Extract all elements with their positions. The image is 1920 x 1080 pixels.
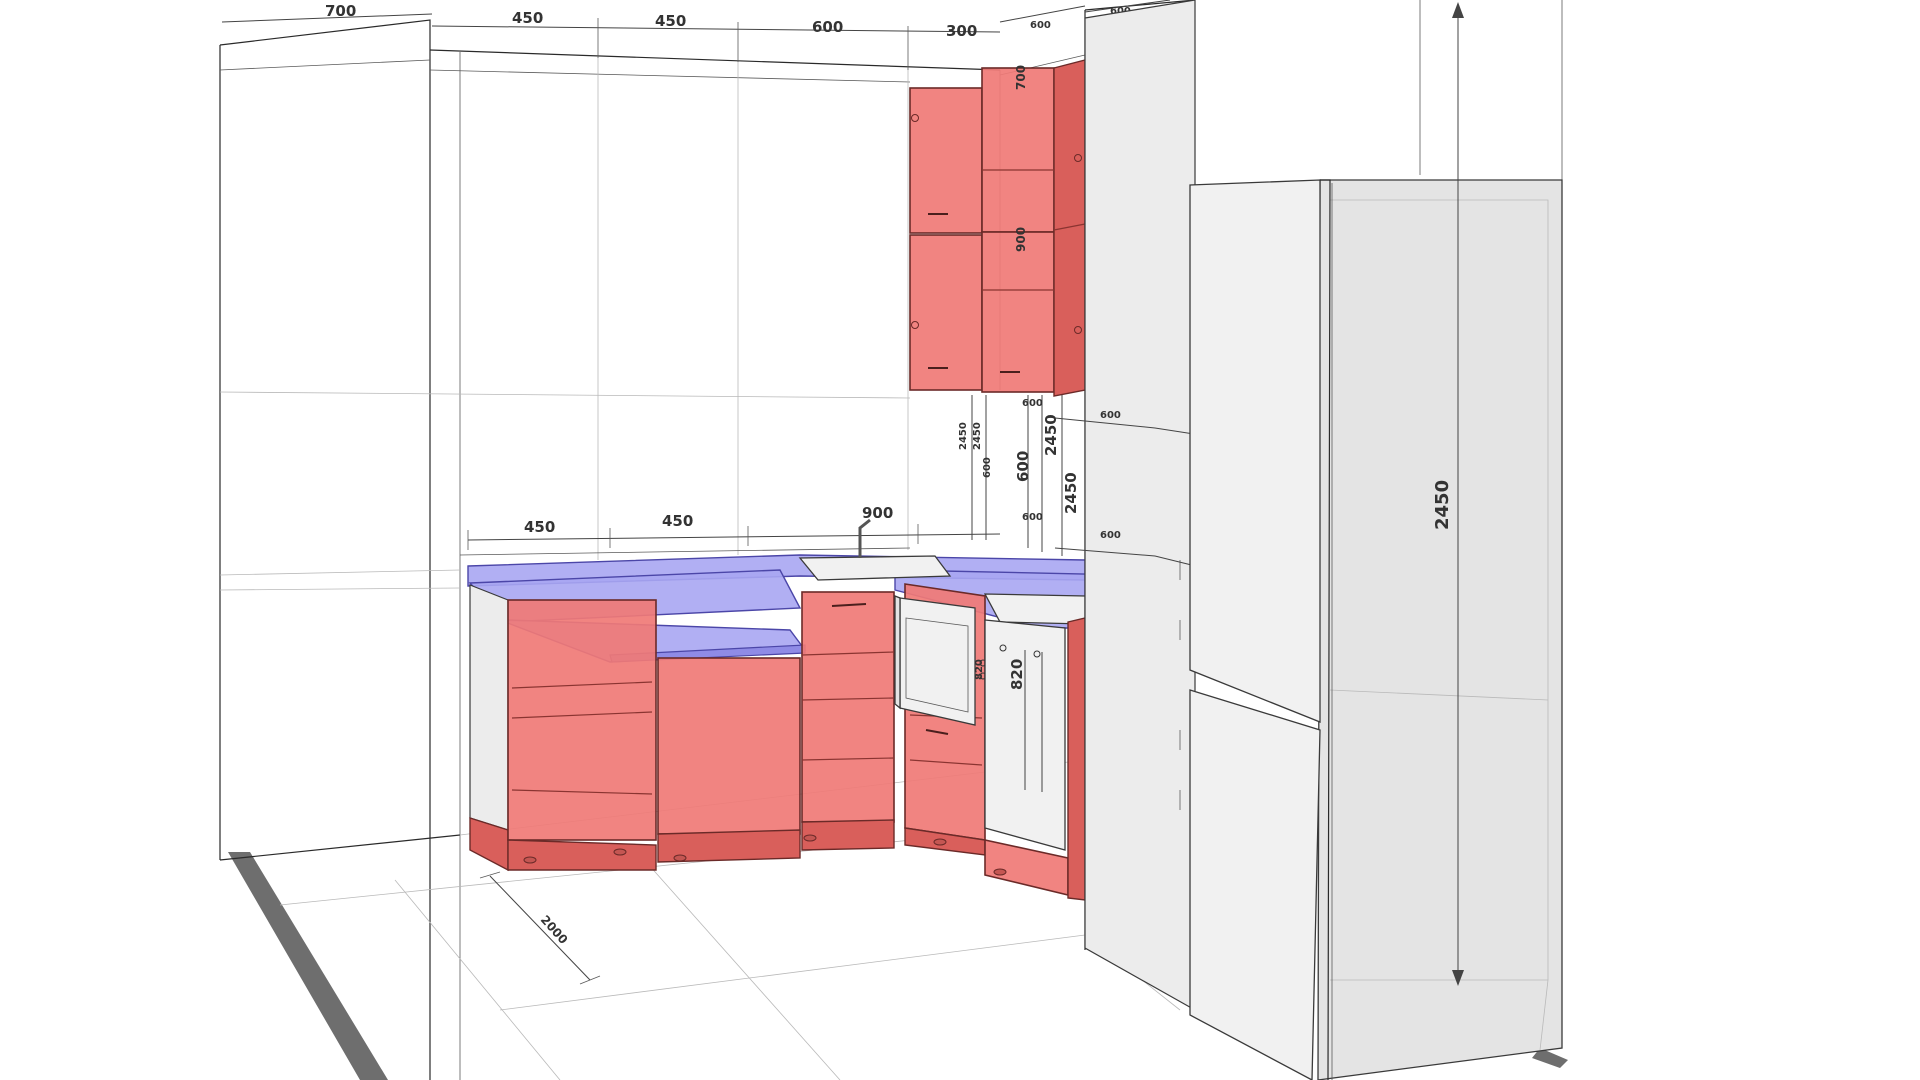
dim-top-4: 300 bbox=[946, 22, 977, 40]
plinth-3 bbox=[801, 819, 895, 851]
fridge-body-side bbox=[1317, 179, 1563, 1080]
fridge-lower-door[interactable] bbox=[1189, 689, 1321, 1080]
dim-oven-height: 820 bbox=[1008, 659, 1026, 690]
upper-cabinet-2[interactable] bbox=[909, 234, 983, 391]
base-cabinet-drawers[interactable] bbox=[801, 591, 895, 823]
dim-right-a: 600 bbox=[1100, 410, 1121, 421]
dim-vert-mid-1: 2450 bbox=[1042, 414, 1060, 456]
dimension-counter-row: 450 450 900 bbox=[467, 504, 1001, 550]
plinth-1 bbox=[507, 839, 657, 871]
dim-vert-left-1: 2450 bbox=[972, 422, 983, 450]
kitchen-drawing-viewport[interactable]: 700 450 450 600 300 600 600 700 900 450 bbox=[0, 0, 1920, 1080]
dim-top-3: 600 bbox=[812, 18, 843, 36]
dim-fridge-height: 2450 bbox=[1432, 480, 1453, 530]
hob[interactable] bbox=[983, 593, 1086, 625]
oven: 820 bbox=[894, 595, 987, 726]
dim-upper-height: 900 bbox=[1014, 227, 1028, 252]
fridge-upper-door[interactable] bbox=[1189, 179, 1321, 723]
base-cabinet-open-shelf[interactable] bbox=[507, 599, 657, 841]
dimension-floor: 2000 bbox=[479, 871, 601, 985]
upper-cabinet-1[interactable] bbox=[909, 87, 983, 234]
dim-vert-left-2: 600 bbox=[982, 457, 993, 478]
sink[interactable] bbox=[798, 555, 952, 581]
floor-edge bbox=[228, 852, 388, 1080]
dim-top-0: 700 bbox=[325, 2, 356, 20]
dim-vert-left-0: 2450 bbox=[958, 422, 969, 450]
dim-oven-small: 820 bbox=[974, 659, 985, 680]
base-cabinet-plinth-hob bbox=[984, 839, 1069, 897]
dim-floor-depth: 2000 bbox=[538, 913, 571, 947]
upper-cabinet-side bbox=[1053, 59, 1086, 397]
dim-top-5: 600 bbox=[1030, 20, 1051, 31]
dim-counter-2: 900 bbox=[862, 504, 893, 522]
dim-upper-width: 700 bbox=[1014, 65, 1028, 90]
upper-cabinet-3[interactable] bbox=[981, 67, 1055, 233]
dim-top-1: 450 bbox=[512, 9, 543, 27]
faucet-icon bbox=[858, 518, 871, 558]
base-cabinet-side bbox=[1067, 617, 1086, 901]
upper-cabinets: 700 900 bbox=[909, 59, 1086, 397]
dim-counter-0: 450 bbox=[524, 518, 555, 536]
dim-right-c: 600 bbox=[1100, 530, 1121, 541]
fridge: 2450 bbox=[1189, 2, 1563, 1080]
base-cabinet-2[interactable] bbox=[657, 657, 801, 835]
dim-vert-mid-3: 2450 bbox=[1062, 472, 1080, 514]
tall-side-panel bbox=[1084, 0, 1196, 1012]
dim-counter-1: 450 bbox=[662, 512, 693, 530]
upper-cabinet-4[interactable] bbox=[981, 231, 1055, 393]
dishwasher: 820 bbox=[984, 619, 1066, 851]
kitchen-3d-drawing: 700 450 450 600 300 600 600 700 900 450 bbox=[219, 0, 1568, 1080]
dim-vert-mid-2: 600 bbox=[1014, 451, 1032, 482]
dim-vert-mid-4: 600 bbox=[1022, 512, 1043, 523]
oven-door[interactable] bbox=[899, 597, 976, 726]
dim-vert-mid-0: 600 bbox=[1022, 398, 1043, 409]
dim-top-2: 450 bbox=[655, 12, 686, 30]
end-panel-left bbox=[469, 584, 509, 831]
